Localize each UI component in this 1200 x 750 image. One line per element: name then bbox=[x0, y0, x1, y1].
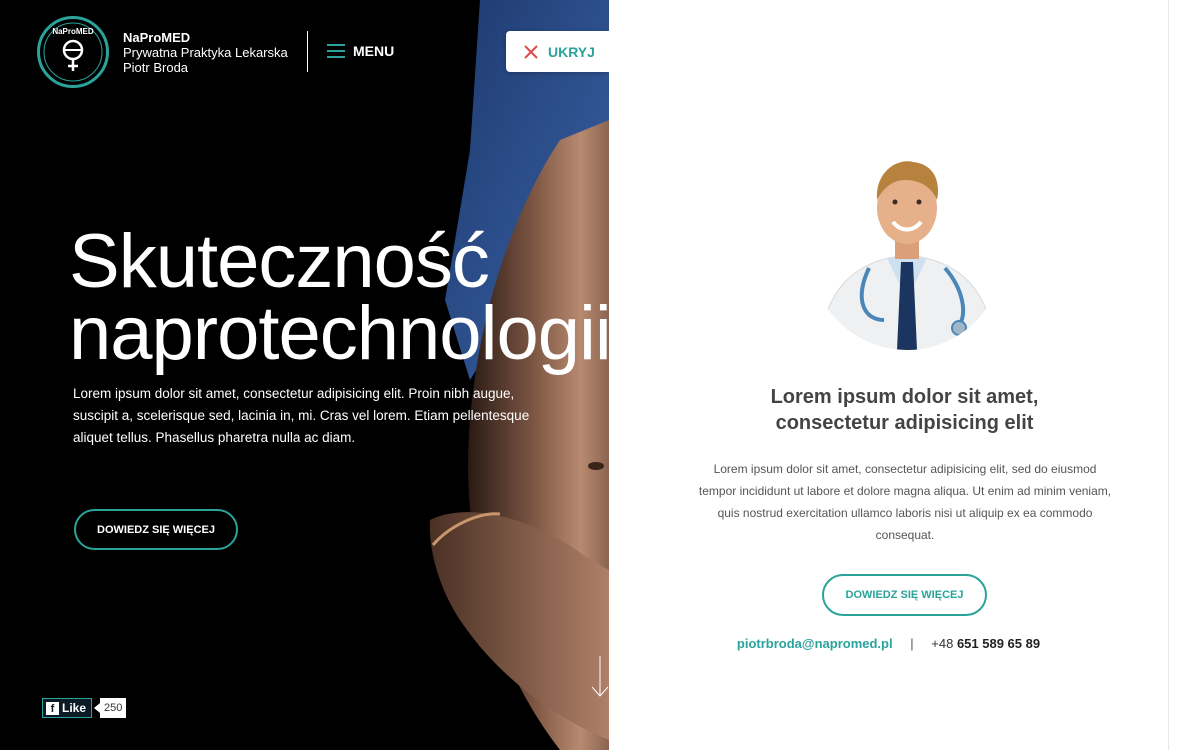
hide-panel-button[interactable]: UKRYJ bbox=[506, 31, 609, 72]
hero-section: NaProMED NaProMED Prywatna Praktyka Leka… bbox=[0, 0, 609, 750]
hero-title: Skuteczność naprotechnologii bbox=[69, 219, 609, 376]
hero-description: Lorem ipsum dolor sit amet, consectetur … bbox=[73, 386, 530, 445]
facebook-like-count: 250 bbox=[100, 698, 127, 718]
hero-title-line1: Skuteczność bbox=[69, 219, 490, 304]
logo[interactable]: NaProMED bbox=[37, 16, 109, 88]
facebook-like-widget: f Like 250 bbox=[42, 698, 127, 718]
facebook-icon: f bbox=[46, 701, 59, 715]
facebook-like-label: Like bbox=[62, 701, 87, 715]
page-edge bbox=[1168, 0, 1200, 750]
close-icon bbox=[524, 44, 538, 59]
facebook-like-button[interactable]: f Like bbox=[42, 698, 93, 718]
brand-owner: Piotr Broda bbox=[123, 60, 189, 75]
hero-title-line2: naprotechnologii bbox=[69, 291, 609, 376]
arrow-down-icon[interactable] bbox=[590, 656, 609, 698]
email-link[interactable]: piotrbroda@napromed.pl bbox=[737, 636, 893, 651]
panel-learn-more-button[interactable]: DOWIEDZ SIĘ WIĘCEJ bbox=[822, 574, 987, 616]
menu-button[interactable]: MENU bbox=[327, 40, 394, 62]
contact-separator: | bbox=[910, 636, 914, 651]
phone-prefix: +48 bbox=[931, 636, 954, 651]
hamburger-icon bbox=[327, 44, 345, 58]
panel-heading-line2: consectetur adipisicing elit bbox=[775, 412, 1034, 434]
header-divider bbox=[307, 31, 308, 72]
panel-heading-line1: Lorem ipsum dolor sit amet, bbox=[770, 386, 1039, 408]
phone-number[interactable]: +48 651 589 65 89 bbox=[931, 636, 1040, 651]
contact-line: piotrbroda@napromed.pl | +48 651 589 65 … bbox=[609, 636, 1168, 651]
svg-text:NaProMED: NaProMED bbox=[52, 27, 94, 36]
brand-text: NaProMED Prywatna Praktyka Lekarska Piot… bbox=[123, 30, 288, 75]
menu-label: MENU bbox=[353, 43, 395, 59]
brand-name: NaProMED bbox=[123, 30, 191, 45]
brand-subtitle: Prywatna Praktyka Lekarska bbox=[123, 45, 288, 60]
hide-label: UKRYJ bbox=[548, 43, 595, 60]
doctor-avatar bbox=[809, 150, 1005, 350]
phone-digits: 651 589 65 89 bbox=[956, 636, 1041, 651]
panel-description: Lorem ipsum dolor sit amet, consectetur … bbox=[698, 462, 1112, 542]
panel-heading: Lorem ipsum dolor sit amet, consectetur … bbox=[700, 384, 1109, 436]
hero-learn-more-button[interactable]: DOWIEDZ SIĘ WIĘCEJ bbox=[74, 509, 238, 550]
logo-symbol-icon: NaProMED bbox=[43, 22, 103, 82]
